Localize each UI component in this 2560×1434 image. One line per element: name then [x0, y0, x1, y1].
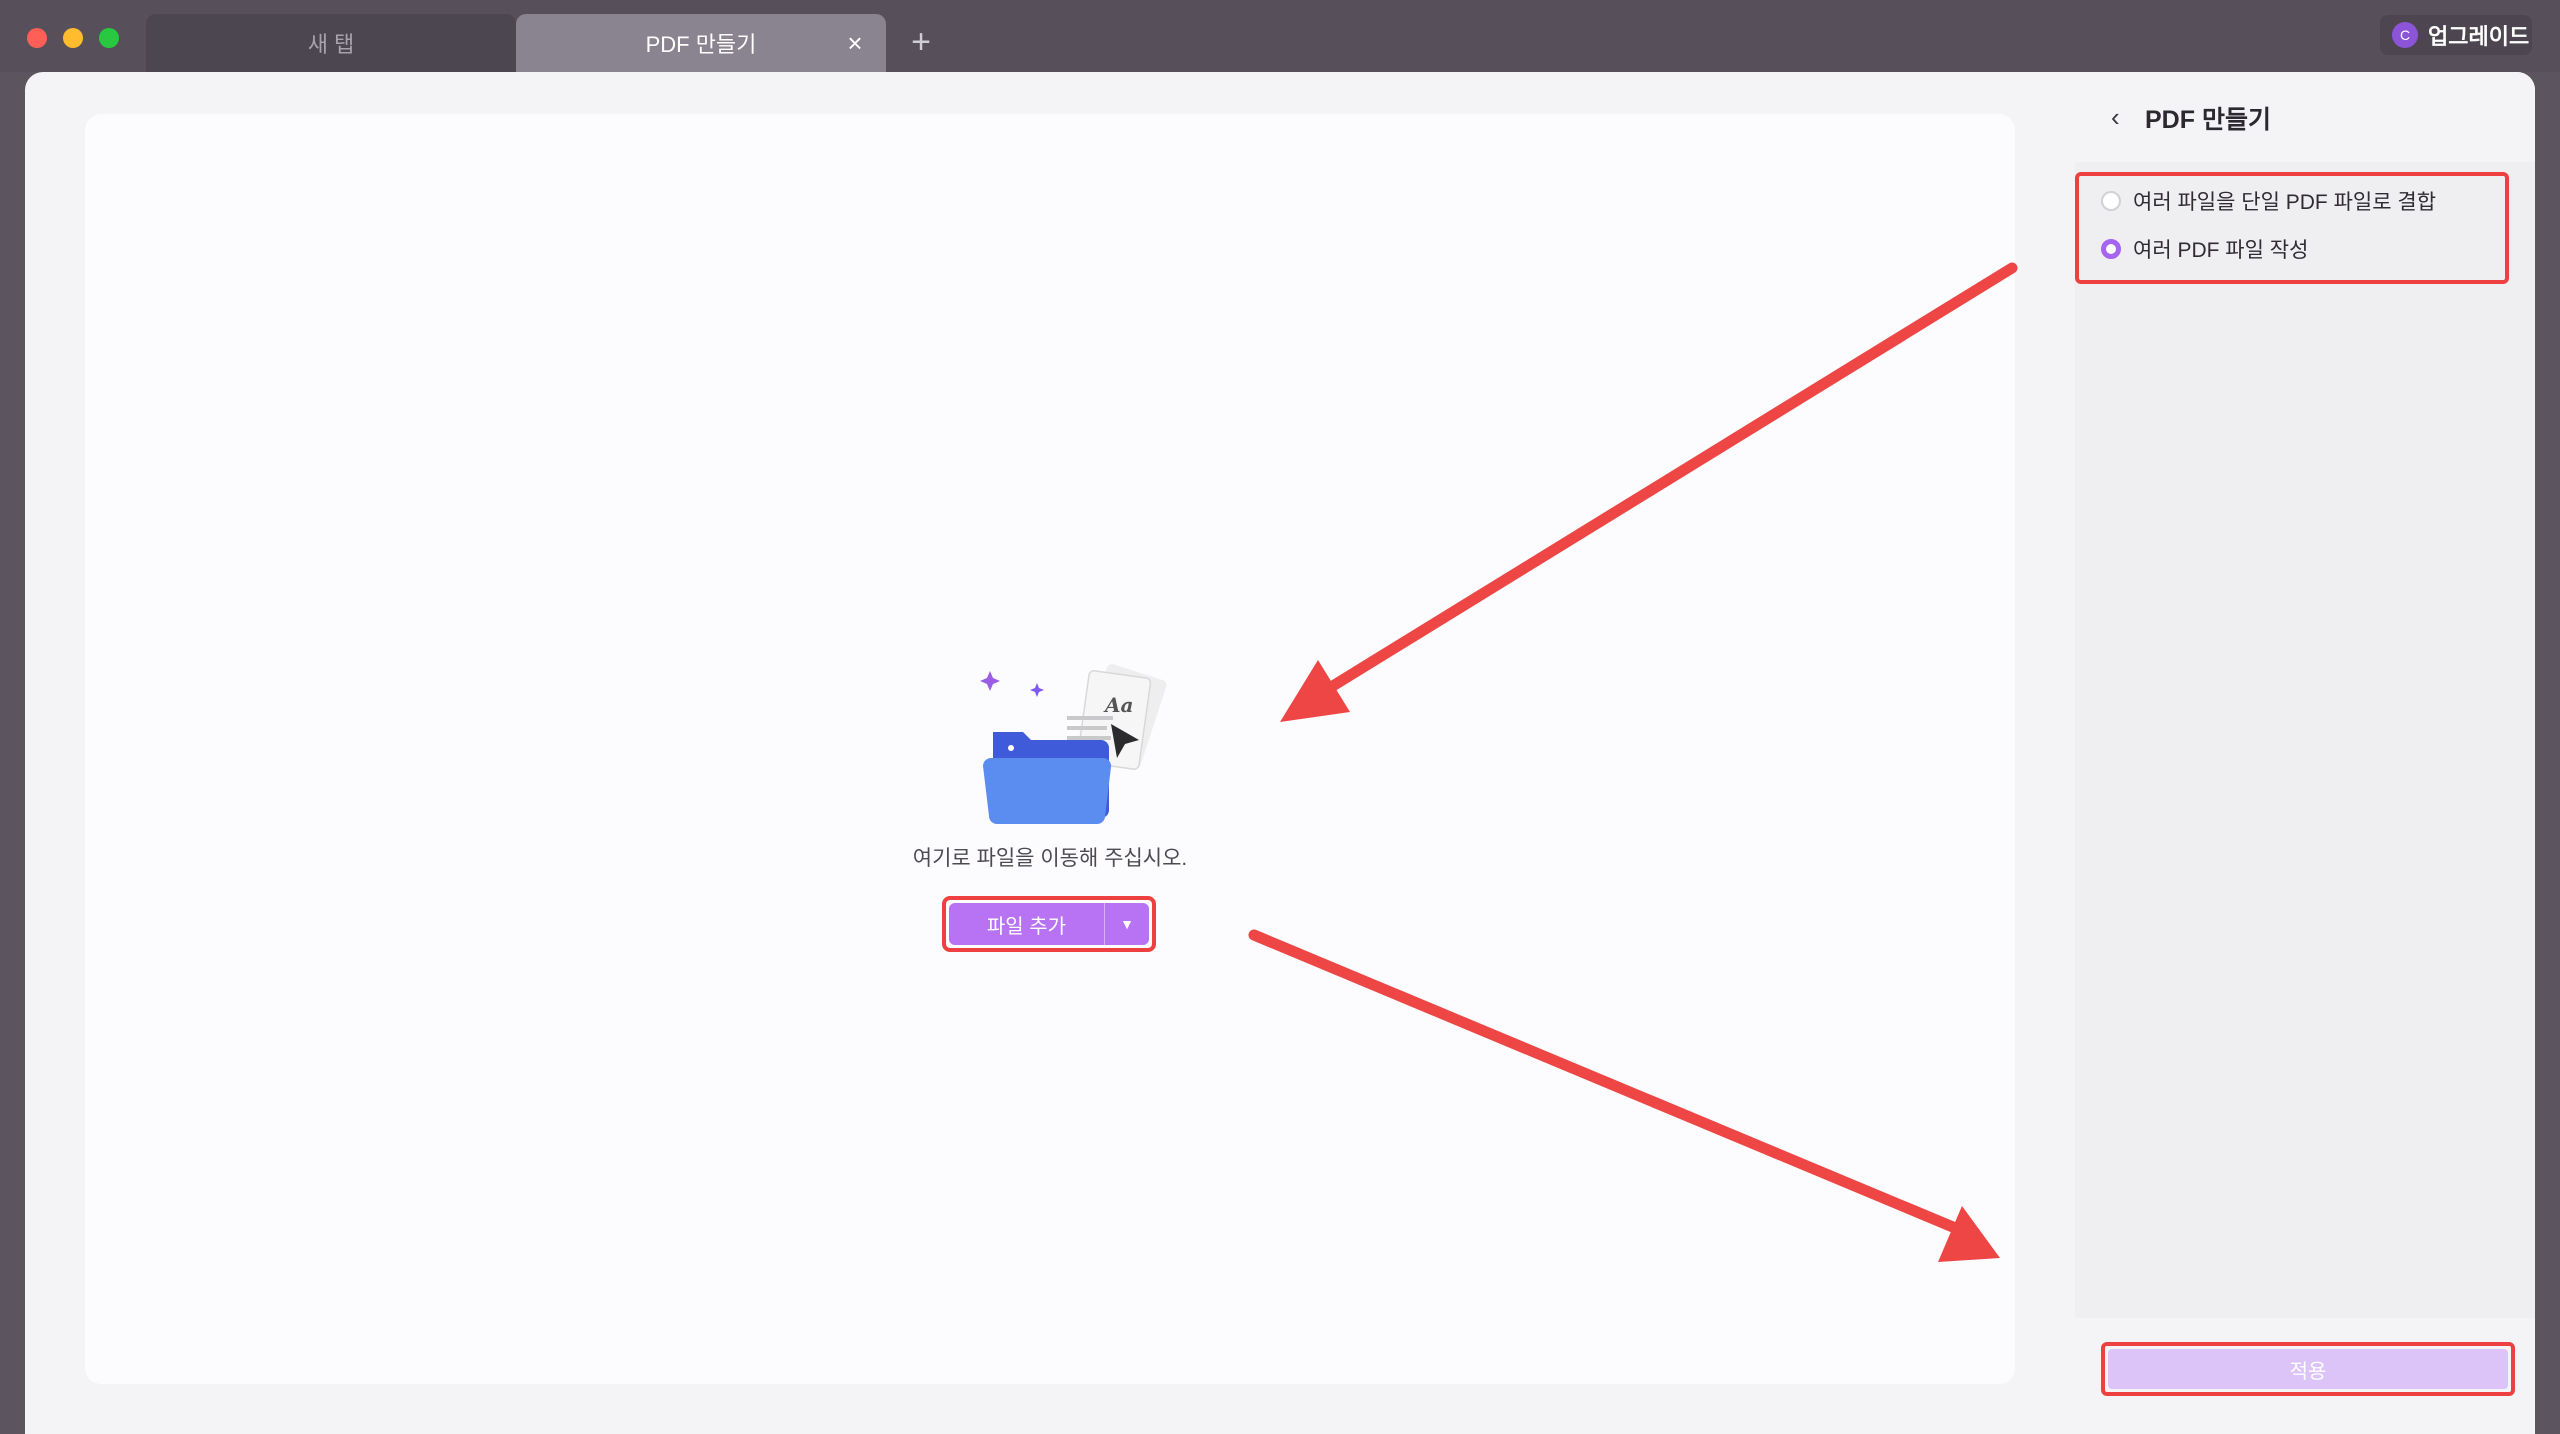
tab-create-pdf[interactable]: PDF 만들기 ×: [516, 14, 886, 72]
tab-new[interactable]: 새 탭: [146, 14, 516, 72]
panel-footer: 적용: [2075, 1318, 2535, 1434]
apply-button[interactable]: 적용: [2108, 1349, 2508, 1389]
panel-title: PDF 만들기: [2145, 106, 2271, 134]
chevron-left-icon[interactable]: ‹: [2111, 102, 2135, 132]
drop-instruction: 여기로 파일을 이동해 주십시오.: [912, 847, 1188, 870]
folder-documents-icon: Aa: [980, 663, 1167, 824]
options-highlight: 여러 파일을 단일 PDF 파일로 결합 여러 PDF 파일 작성: [2075, 172, 2509, 284]
zoom-window-button[interactable]: [99, 28, 119, 48]
close-window-button[interactable]: [27, 28, 47, 48]
drop-zone[interactable]: Aa 여기로 파일을 이동해 주십시오. 파일 추가 ▼: [85, 114, 2015, 1384]
radio-unchecked[interactable]: [2101, 191, 2121, 211]
avatar: C: [2392, 22, 2418, 48]
apply-highlight: 적용: [2101, 1342, 2515, 1396]
radio-checked[interactable]: [2101, 239, 2121, 259]
upgrade-button[interactable]: C 업그레이드: [2380, 15, 2532, 55]
create-pdf-panel: ‹ PDF 만들기 여러 파일을 단일 PDF 파일로 결합 여러 PDF 파일…: [2075, 72, 2535, 1434]
minimize-window-button[interactable]: [63, 28, 83, 48]
close-icon[interactable]: ×: [840, 28, 870, 58]
add-file-button[interactable]: 파일 추가: [949, 903, 1104, 945]
upgrade-label: 업그레이드: [2428, 24, 2530, 49]
svg-text:Aa: Aa: [1103, 693, 1133, 717]
app-window: Aa 여기로 파일을 이동해 주십시오. 파일 추가 ▼ ‹ PDF 만들기 여…: [25, 72, 2535, 1434]
option-label: 여러 PDF 파일 작성: [2133, 239, 2309, 262]
tab-create-pdf-label: PDF 만들기: [645, 32, 757, 57]
plus-icon[interactable]: +: [906, 22, 936, 62]
chevron-down-icon[interactable]: ▼: [1105, 903, 1149, 945]
add-file-highlight: 파일 추가 ▼: [942, 896, 1156, 952]
option-combine-single-pdf[interactable]: 여러 파일을 단일 PDF 파일로 결합: [2101, 186, 2436, 216]
tab-new-label: 새 탭: [307, 32, 355, 57]
option-create-multiple-pdf[interactable]: 여러 PDF 파일 작성: [2101, 234, 2308, 264]
panel-header: ‹ PDF 만들기: [2075, 72, 2535, 162]
title-bar: 새 탭 PDF 만들기 × + C 업그레이드: [0, 0, 2560, 72]
add-file-button-group: 파일 추가 ▼: [949, 903, 1149, 945]
option-label: 여러 파일을 단일 PDF 파일로 결합: [2133, 191, 2437, 214]
